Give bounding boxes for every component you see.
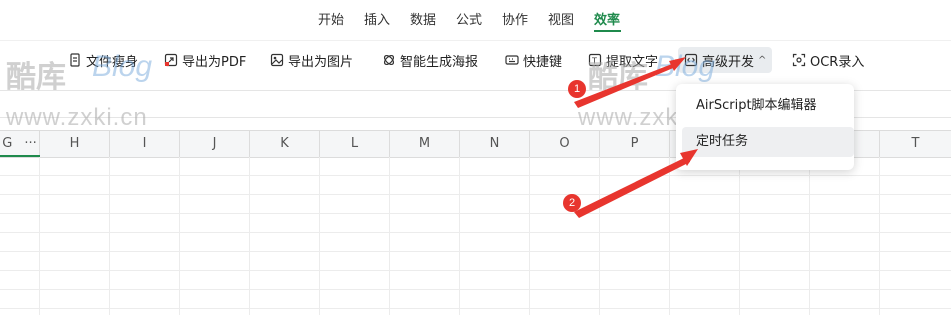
col-line	[879, 157, 880, 315]
active-tab-indicator	[594, 30, 621, 32]
col-line	[599, 157, 600, 315]
col-line	[529, 157, 530, 315]
extract-text-label: 提取文字	[606, 54, 659, 70]
shortcuts-label: 快捷键	[523, 54, 563, 70]
col-line	[319, 157, 320, 315]
column-header-k[interactable]: K	[250, 131, 320, 157]
code-box-icon	[684, 53, 698, 67]
ocr-scan-icon	[792, 53, 806, 67]
col-line	[109, 157, 110, 315]
export-pdf-icon	[164, 53, 178, 67]
column-header-i[interactable]: I	[110, 131, 180, 157]
slim-file-button[interactable]: 文件瘦身	[68, 47, 138, 73]
column-header-g[interactable]: G ···	[0, 131, 40, 157]
menu-tab-view[interactable]: 视图	[548, 9, 574, 28]
advanced-dev-button[interactable]: 高级开发 ^	[678, 47, 773, 73]
export-image-icon	[270, 53, 284, 67]
advanced-dev-dropdown: AirScript脚本编辑器 定时任务	[676, 84, 854, 170]
shortcuts-button[interactable]: 快捷键	[505, 47, 562, 73]
smart-poster-button[interactable]: 智能生成海报	[382, 47, 478, 73]
slim-file-label: 文件瘦身	[86, 54, 139, 70]
col-line	[249, 157, 250, 315]
col-line	[669, 157, 670, 315]
efficiency-toolbar: 文件瘦身 导出为PDF 导出为图片 智能生成海报 快捷键 T 提取文字 高级开发…	[0, 40, 951, 79]
col-line	[179, 157, 180, 315]
col-line	[809, 157, 810, 315]
export-pdf-label: 导出为PDF	[182, 54, 247, 70]
extract-text-button[interactable]: T 提取文字	[588, 47, 658, 73]
column-header-t[interactable]: T	[880, 131, 951, 157]
advanced-dev-label: 高级开发	[702, 54, 755, 70]
menu-tab-efficiency[interactable]: 效率	[594, 9, 620, 28]
slim-file-icon	[70, 53, 80, 67]
menu-tab-data[interactable]: 数据	[410, 9, 436, 28]
column-header-n[interactable]: N	[460, 131, 530, 157]
menu-tab-insert[interactable]: 插入	[364, 9, 390, 28]
column-header-j[interactable]: J	[180, 131, 250, 157]
smart-poster-icon	[383, 54, 395, 66]
menu-tab-collab[interactable]: 协作	[502, 9, 528, 28]
column-header-l[interactable]: L	[320, 131, 390, 157]
column-header-h[interactable]: H	[40, 131, 110, 157]
ocr-input-button[interactable]: OCR录入	[792, 47, 864, 73]
extract-text-icon: T	[588, 53, 602, 67]
col-line	[459, 157, 460, 315]
column-header-p[interactable]: P	[600, 131, 670, 157]
column-header-o[interactable]: O	[530, 131, 600, 157]
menu-tab-formula[interactable]: 公式	[456, 9, 482, 28]
cell-grid[interactable]	[0, 157, 951, 315]
col-line	[389, 157, 390, 315]
smart-poster-label: 智能生成海报	[400, 54, 479, 70]
export-pdf-button[interactable]: 导出为PDF	[164, 47, 246, 73]
export-image-button[interactable]: 导出为图片	[270, 47, 353, 73]
ribbon-menubar: 开始 插入 数据 公式 协作 视图 效率	[0, 0, 951, 36]
annotation-badge-2: 2	[563, 194, 581, 212]
chevron-up-icon: ^	[758, 54, 767, 66]
export-image-label: 导出为图片	[288, 54, 354, 70]
column-label-g: G	[2, 136, 13, 151]
keyboard-icon	[505, 55, 519, 65]
col-line	[39, 157, 40, 315]
more-icon[interactable]: ···	[24, 136, 36, 151]
svg-text:T: T	[591, 57, 597, 66]
menu-tab-start[interactable]: 开始	[318, 9, 344, 28]
ocr-input-label: OCR录入	[810, 54, 865, 70]
col-line	[739, 157, 740, 315]
dropdown-item-scheduled-task[interactable]: 定时任务	[682, 127, 854, 157]
dropdown-item-airscript-editor[interactable]: AirScript脚本编辑器	[682, 91, 854, 121]
column-header-m[interactable]: M	[390, 131, 460, 157]
annotation-badge-1: 1	[568, 80, 586, 98]
